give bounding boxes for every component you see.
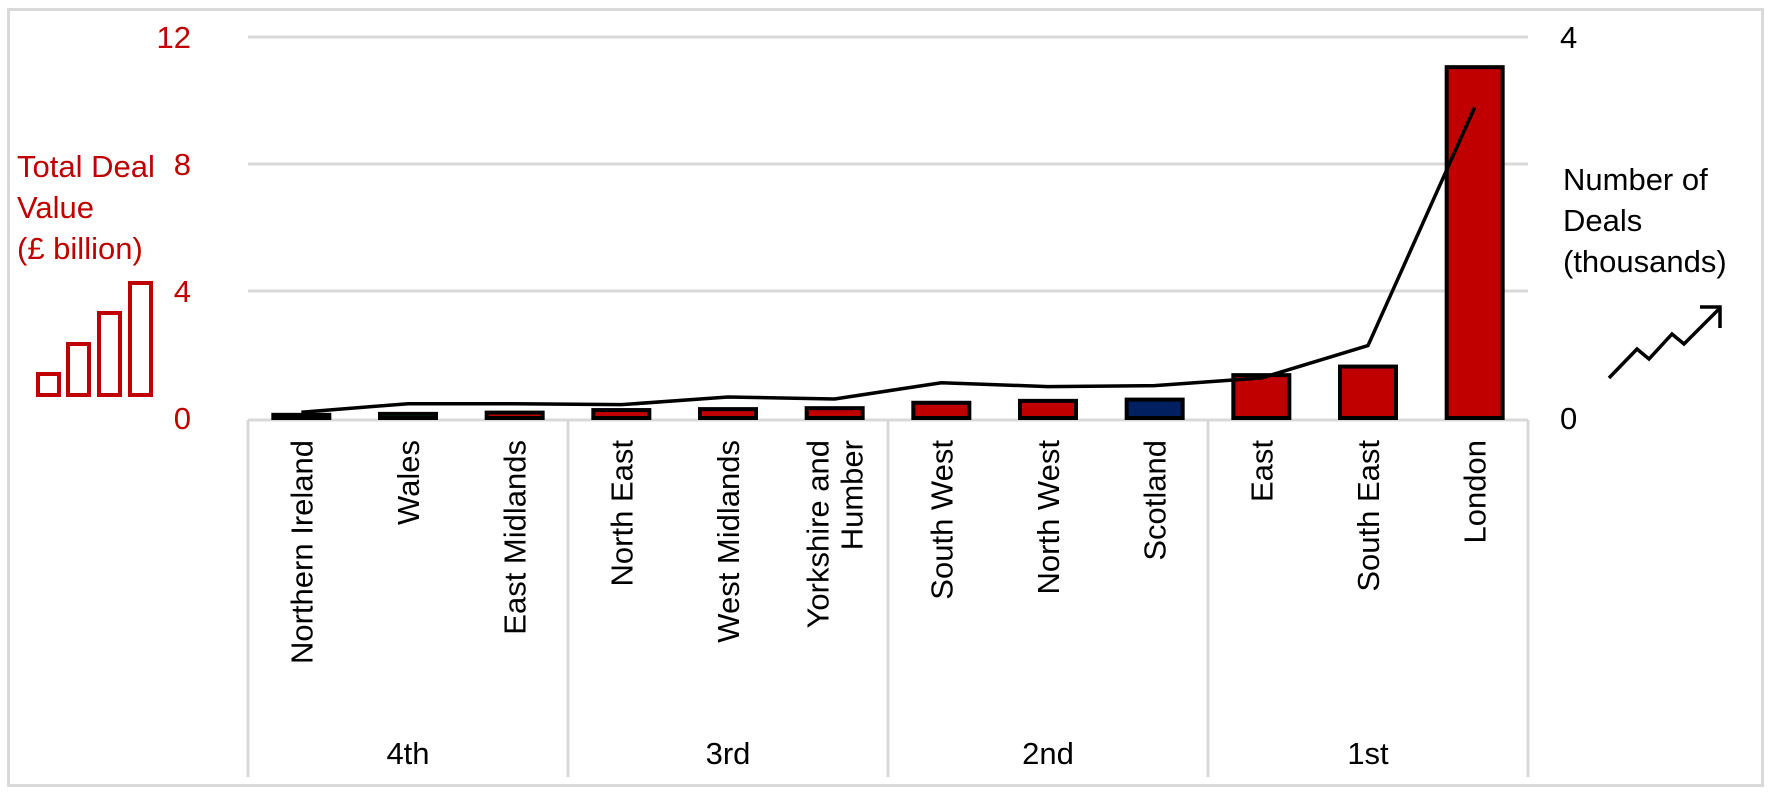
- group-label: 2nd: [1022, 736, 1074, 771]
- left-axis-ticks: 0 4 8 12: [157, 20, 191, 436]
- deals-line: [301, 106, 1477, 415]
- group-label: 4th: [386, 736, 429, 771]
- bar-chart-icon-bar: [66, 342, 91, 397]
- left-tick-label: 12: [157, 20, 191, 55]
- category-label: London: [1458, 440, 1493, 543]
- left-tick-label: 8: [174, 147, 191, 182]
- category-label: West Midlands: [711, 440, 746, 643]
- category-label: Humber: [835, 440, 870, 550]
- bar: [484, 410, 545, 421]
- category-label: East: [1244, 440, 1279, 502]
- line-series: [301, 106, 1477, 415]
- category-label: Northern Ireland: [284, 440, 319, 664]
- group-label: 3rd: [706, 736, 751, 771]
- bar-chart-icon-bar: [97, 311, 122, 397]
- right-tick-label: 0: [1560, 401, 1577, 436]
- left-tick-label: 0: [174, 401, 191, 436]
- bar: [1231, 373, 1292, 421]
- group-separators: [246, 420, 1530, 777]
- right-axis-title-line: (thousands): [1563, 244, 1727, 279]
- category-label: North East: [604, 440, 639, 587]
- left-tick-label: 4: [174, 274, 191, 309]
- right-axis-title-line: Number of: [1563, 162, 1708, 197]
- bar: [1338, 364, 1398, 421]
- bar-chart-icon: [36, 281, 153, 397]
- bar: [378, 411, 438, 420]
- trend-up-arrow-icon: [1607, 305, 1722, 380]
- category-label: North West: [1031, 440, 1066, 595]
- bar: [698, 407, 758, 420]
- group-label: 1st: [1347, 736, 1389, 771]
- bar: [591, 408, 652, 420]
- bar: [271, 412, 332, 421]
- bar: [804, 406, 865, 421]
- bar: [911, 400, 972, 421]
- trend-up-arrow-icon-line: [1607, 307, 1721, 380]
- bar: [1444, 65, 1505, 420]
- right-axis-title-line: Deals: [1563, 203, 1642, 238]
- gridlines: [248, 35, 1528, 422]
- bar-series: [271, 65, 1505, 421]
- category-label: South East: [1351, 440, 1386, 592]
- category-label: South West: [924, 440, 959, 600]
- right-axis-title: Number of Deals (thousands): [1563, 162, 1727, 279]
- left-axis-title: Total Deal Value (£ billion): [17, 149, 163, 266]
- category-label: Wales: [391, 440, 426, 525]
- bar: [1124, 397, 1185, 420]
- combo-chart: 0 4 8 12 0 4 Northern Ireland Wales East Midla…: [17, 20, 1727, 777]
- bar: [1018, 398, 1078, 421]
- category-label: Scotland: [1138, 440, 1173, 561]
- category-label: Yorkshire and: [801, 440, 836, 628]
- category-label: East Midlands: [498, 440, 533, 635]
- left-axis-title-line: Value: [17, 190, 94, 225]
- left-axis-title-line: (£ billion): [17, 231, 143, 266]
- left-axis-title-line: Total Deal: [17, 149, 155, 184]
- right-tick-label: 4: [1560, 20, 1577, 55]
- bar-chart-icon-bar: [36, 372, 61, 397]
- bar-chart-icon-bar: [128, 281, 153, 397]
